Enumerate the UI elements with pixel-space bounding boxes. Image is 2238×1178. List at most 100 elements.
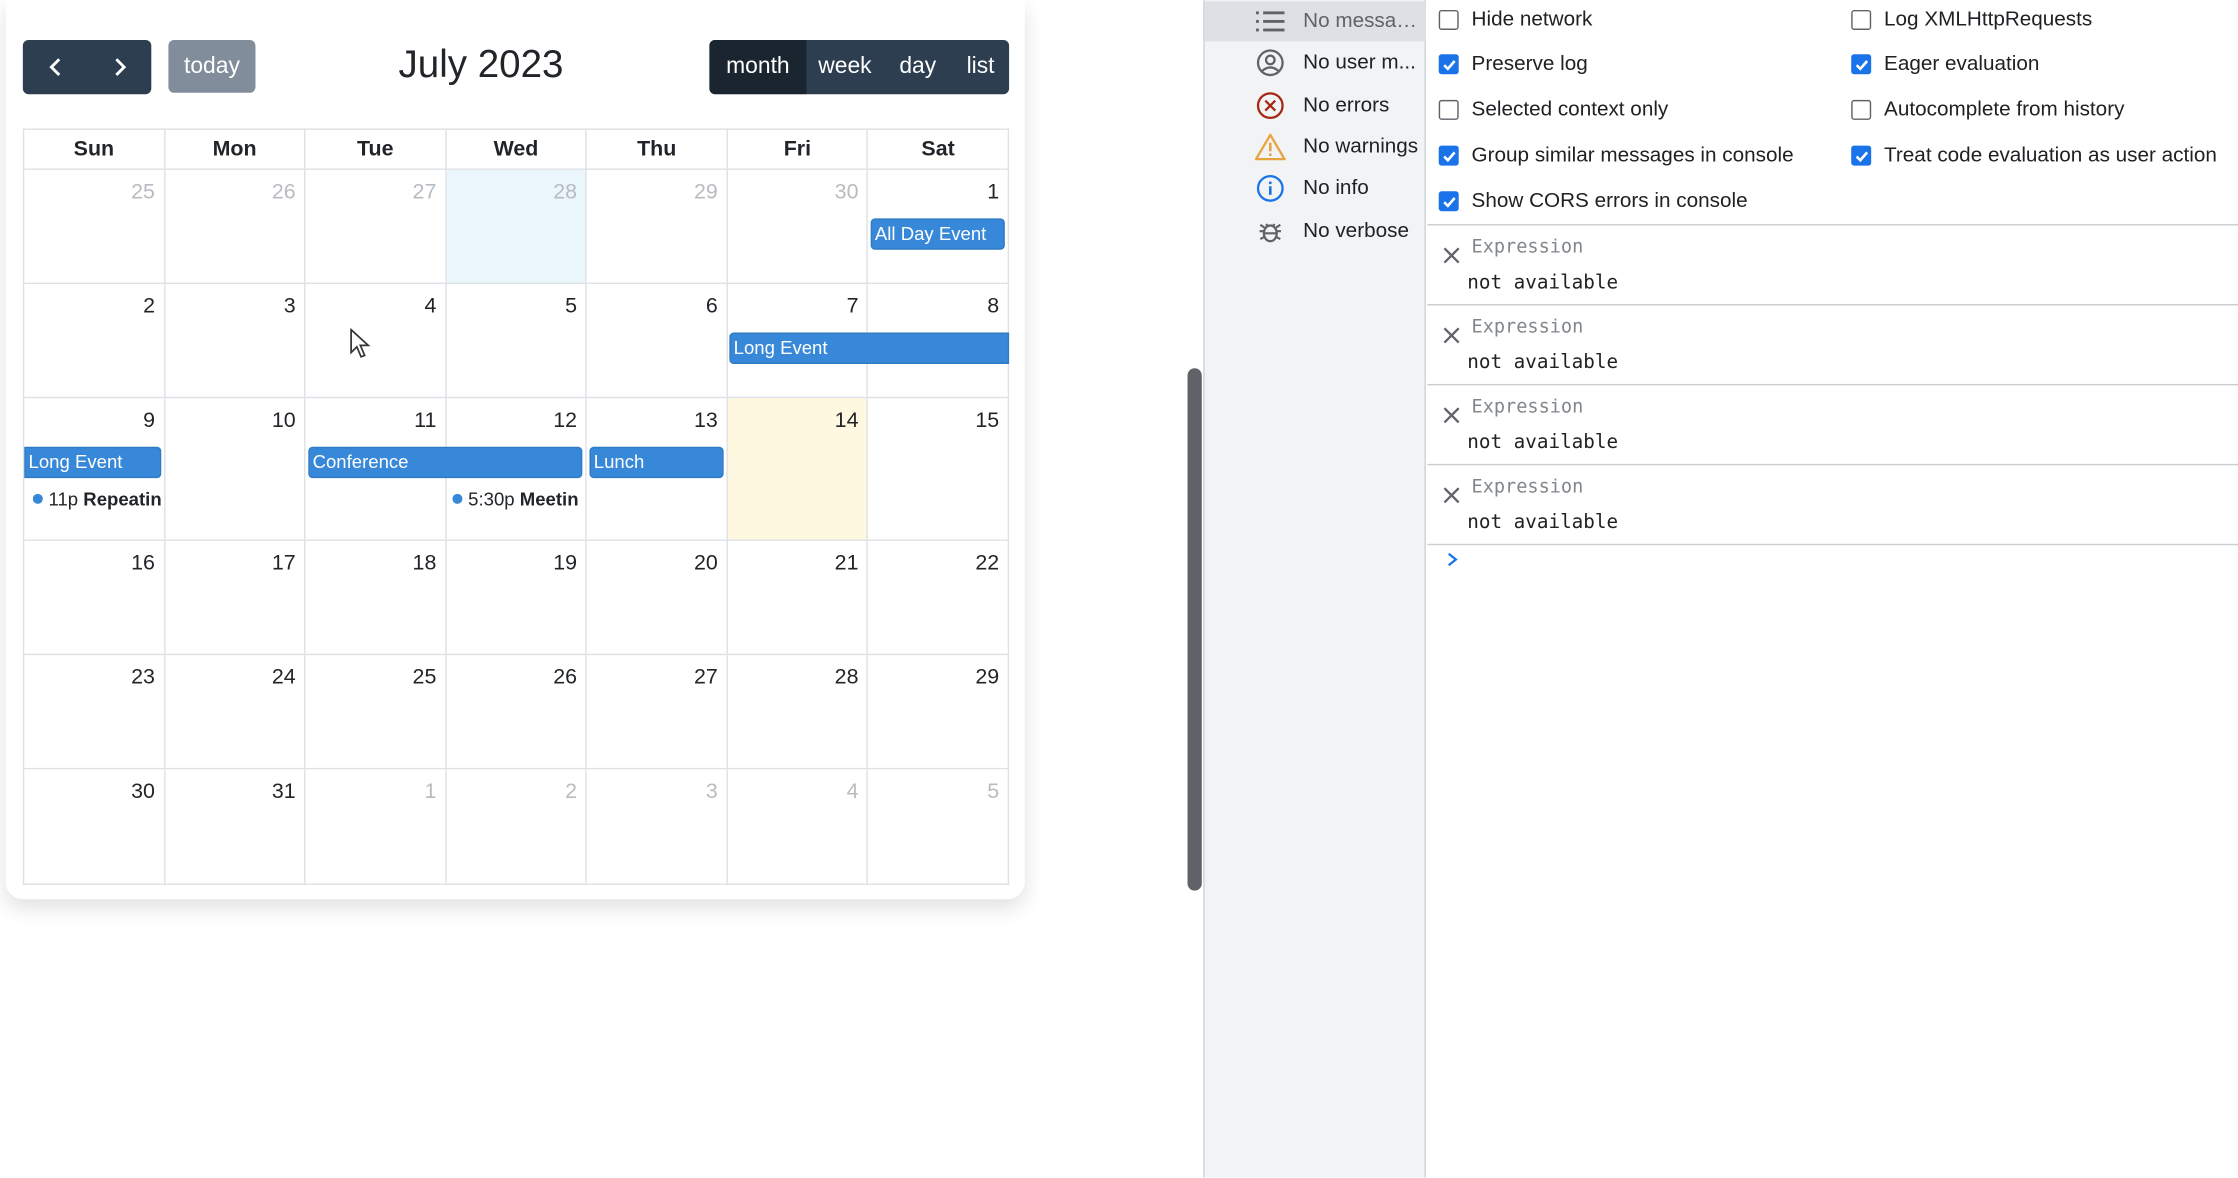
setting-autocomplete-history[interactable]: Autocomplete from history <box>1851 98 2124 121</box>
day-number[interactable]: 26 <box>553 665 577 689</box>
day-cell[interactable]: 21 <box>728 540 869 654</box>
day-cell[interactable]: 26 <box>446 655 588 768</box>
day-cell[interactable]: 29 <box>868 655 1007 768</box>
setting-preserve-log[interactable]: Preserve log <box>1438 53 1588 76</box>
day-cell[interactable]: 18 <box>306 540 447 654</box>
sidebar-item-verbose[interactable]: No verbose <box>1205 211 1426 251</box>
next-month-button[interactable] <box>87 40 151 94</box>
close-icon[interactable] <box>1442 405 1462 425</box>
event-lunch[interactable]: Lunch <box>589 446 724 479</box>
event-conference[interactable]: Conference <box>308 446 583 479</box>
day-number[interactable]: 7 <box>847 294 859 318</box>
day-number[interactable]: 5 <box>987 779 999 803</box>
day-number[interactable]: 29 <box>975 665 999 689</box>
day-number[interactable]: 2 <box>143 294 155 318</box>
live-expression[interactable]: Expression not available <box>1427 465 2238 546</box>
day-number[interactable]: 2 <box>565 779 577 803</box>
setting-show-cors-errors[interactable]: Show CORS errors in console <box>1438 190 1748 213</box>
sidebar-item-errors[interactable]: No errors <box>1205 86 1426 126</box>
day-number[interactable]: 15 <box>975 408 999 432</box>
page-scrollbar[interactable] <box>1187 368 1202 891</box>
day-cell[interactable]: 6 <box>587 284 728 397</box>
close-icon[interactable] <box>1442 245 1462 265</box>
day-cell[interactable]: 25 <box>24 169 165 283</box>
day-number[interactable]: 17 <box>272 551 296 575</box>
day-number[interactable]: 26 <box>272 180 296 204</box>
view-week-button[interactable]: week <box>806 40 883 94</box>
day-number[interactable]: 21 <box>835 551 859 575</box>
day-number[interactable]: 23 <box>131 665 155 689</box>
day-cell[interactable]: 19 <box>446 540 588 654</box>
day-cell[interactable]: 17 <box>165 540 306 654</box>
event-long-event[interactable]: Long Event <box>729 332 1010 364</box>
day-cell[interactable]: 4 <box>728 769 869 885</box>
day-cell[interactable]: 29 <box>587 169 728 283</box>
day-number[interactable]: 3 <box>284 294 296 318</box>
day-number[interactable]: 6 <box>706 294 718 318</box>
day-number[interactable]: 11 <box>414 408 436 432</box>
day-cell[interactable]: 14 <box>727 398 869 540</box>
expression-name[interactable]: Expression <box>1472 317 1584 338</box>
day-cell[interactable]: 27 <box>306 169 447 283</box>
day-cell[interactable]: 1 <box>306 769 447 885</box>
today-button[interactable]: today <box>168 39 256 93</box>
prev-month-button[interactable] <box>23 40 87 94</box>
setting-treat-code-evaluation[interactable]: Treat code evaluation as user action <box>1851 144 2217 167</box>
day-number[interactable]: 30 <box>835 180 859 204</box>
day-cell[interactable]: 15 <box>868 398 1007 539</box>
day-cell[interactable]: 23 <box>24 655 165 768</box>
expression-name[interactable]: Expression <box>1472 477 1584 498</box>
day-cell[interactable]: 26 <box>165 169 306 283</box>
checkbox-checked[interactable] <box>1851 54 1872 75</box>
checkbox[interactable] <box>1438 99 1459 120</box>
event-repeating[interactable]: 11p Repeatin <box>32 488 163 510</box>
day-cell[interactable]: 10 <box>165 398 306 540</box>
sidebar-item-warnings[interactable]: No warnings <box>1205 127 1426 167</box>
console-prompt-icon[interactable] <box>1444 550 1461 570</box>
checkbox-checked[interactable] <box>1438 54 1459 75</box>
checkbox[interactable] <box>1851 99 1872 120</box>
checkbox[interactable] <box>1851 9 1872 30</box>
day-number[interactable]: 27 <box>694 665 718 689</box>
close-icon[interactable] <box>1442 485 1462 505</box>
day-number[interactable]: 29 <box>694 180 718 204</box>
day-number[interactable]: 4 <box>424 294 436 318</box>
day-number[interactable]: 28 <box>835 665 859 689</box>
day-cell[interactable]: 27 <box>587 655 728 768</box>
day-number[interactable]: 24 <box>272 665 296 689</box>
day-number[interactable]: 28 <box>553 180 577 204</box>
day-number[interactable]: 4 <box>847 779 859 803</box>
day-number[interactable]: 22 <box>975 551 999 575</box>
day-cell[interactable]: 16 <box>24 540 165 654</box>
event-long-event-continued[interactable]: Long Event <box>24 446 162 479</box>
checkbox[interactable] <box>1438 9 1459 30</box>
live-expression[interactable]: Expression not available <box>1427 305 2238 386</box>
day-number[interactable]: 8 <box>987 294 999 318</box>
sidebar-item-user-messages[interactable]: No user m... <box>1205 43 1426 83</box>
day-number[interactable]: 16 <box>131 551 155 575</box>
setting-group-similar[interactable]: Group similar messages in console <box>1438 144 1794 167</box>
day-number[interactable]: 5 <box>565 294 577 318</box>
day-cell[interactable]: 3 <box>587 769 728 885</box>
day-cell[interactable]: 24 <box>165 655 306 768</box>
day-number[interactable]: 25 <box>413 665 437 689</box>
live-expression[interactable]: Expression not available <box>1427 226 2238 306</box>
event-all-day[interactable]: All Day Event <box>870 218 1005 250</box>
day-number[interactable]: 10 <box>272 408 296 432</box>
day-number[interactable]: 1 <box>987 180 999 204</box>
day-number[interactable]: 31 <box>272 779 296 803</box>
expression-name[interactable]: Expression <box>1472 237 1584 258</box>
day-cell[interactable]: 22 <box>868 541 1007 654</box>
day-cell[interactable]: 3 <box>165 284 306 397</box>
day-number[interactable]: 14 <box>835 408 859 432</box>
sidebar-item-info[interactable]: No info <box>1205 168 1426 208</box>
day-cell[interactable]: 4 <box>306 284 447 397</box>
day-cell[interactable]: 2 <box>24 284 165 397</box>
expression-name[interactable]: Expression <box>1472 397 1584 418</box>
close-icon[interactable] <box>1442 325 1462 345</box>
day-cell[interactable]: 31 <box>165 769 306 885</box>
day-cell[interactable]: 20 <box>587 540 728 654</box>
day-number[interactable]: 12 <box>553 408 577 432</box>
day-number[interactable]: 9 <box>143 408 155 432</box>
day-number[interactable]: 25 <box>131 180 155 204</box>
